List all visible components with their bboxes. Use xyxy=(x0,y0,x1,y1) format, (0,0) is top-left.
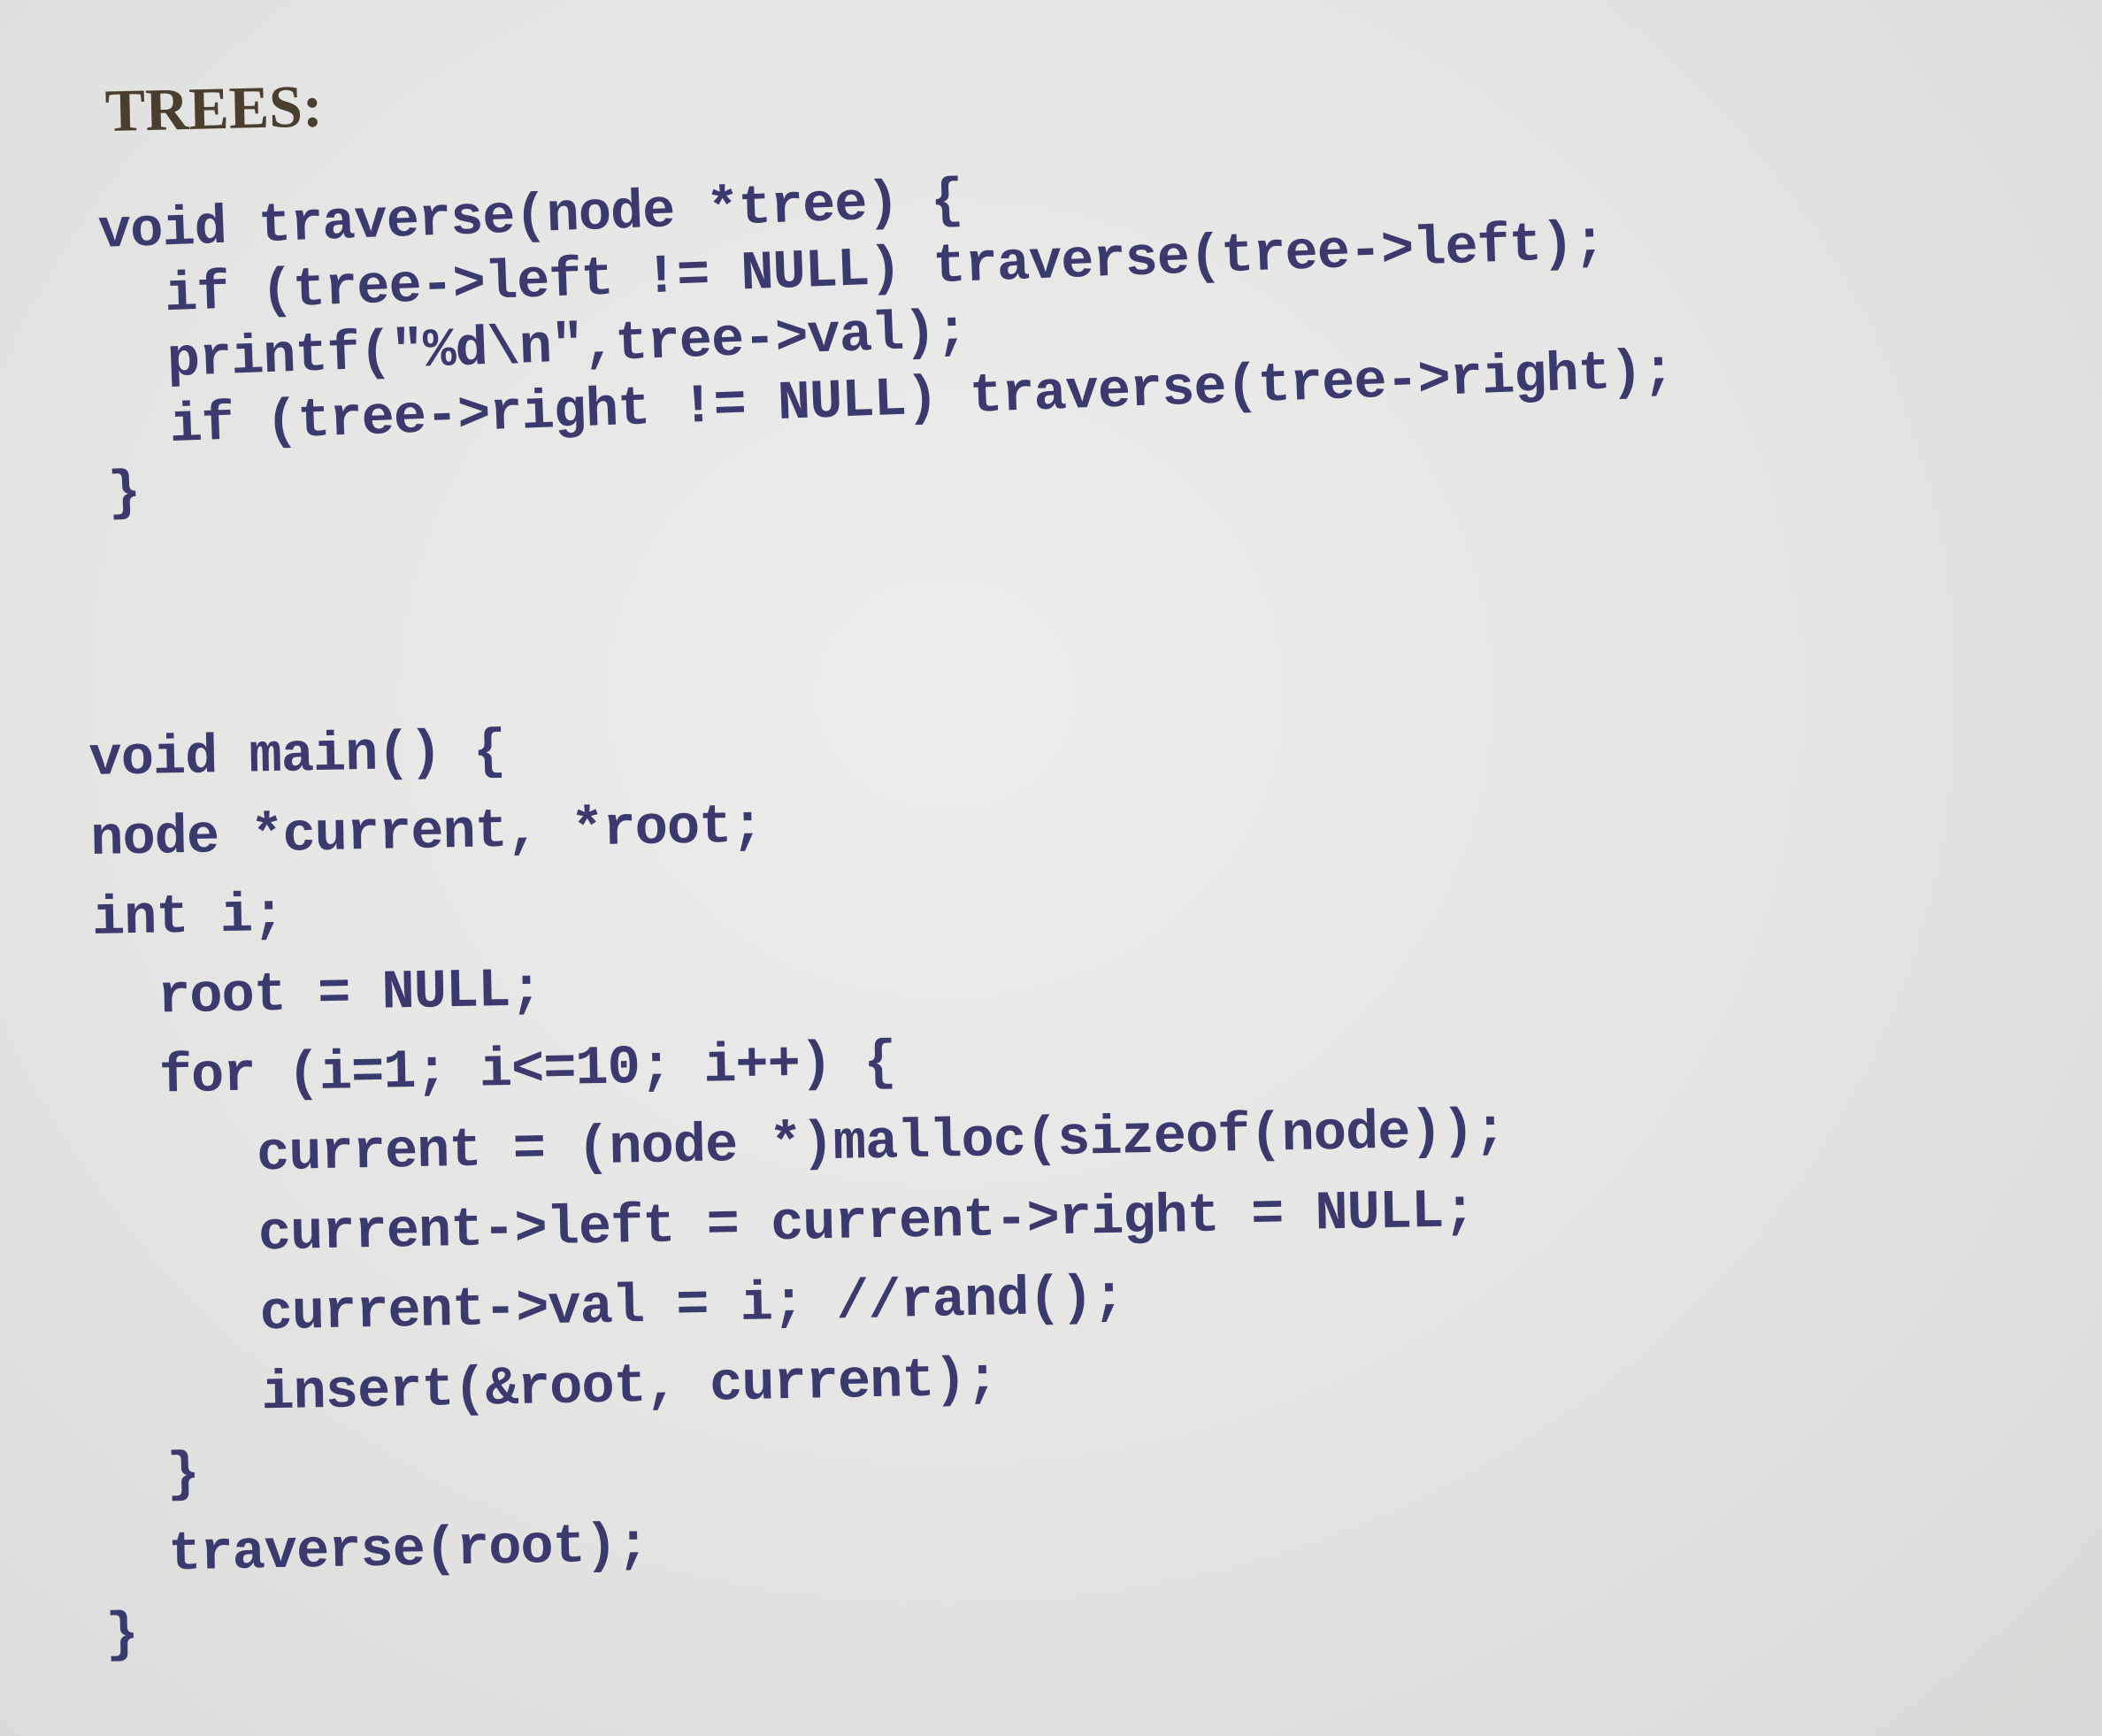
code-line: node *current, *root; xyxy=(89,795,764,871)
code-line: } xyxy=(106,461,142,526)
code-line: } xyxy=(104,1603,139,1667)
code-line: } xyxy=(102,1442,200,1508)
slide-title: TREES: xyxy=(104,72,324,144)
code-line: void main() { xyxy=(88,719,506,791)
code-line: int i; xyxy=(91,883,285,950)
code-line: current = (node *)malloc(sizeof(node)); xyxy=(96,1099,1507,1189)
code-line: current->left = current->right = NULL; xyxy=(97,1179,1477,1269)
code-line: for (i=1; i<=10; i++) { xyxy=(94,1031,897,1110)
code-line: current->val = i; //rand(); xyxy=(98,1265,1125,1348)
code-line: root = NULL; xyxy=(93,958,543,1030)
code-line: traverse(root); xyxy=(104,1514,649,1587)
code-line: insert(&root, current); xyxy=(100,1348,999,1428)
projected-slide: TREES: void traverse(node *tree) { if (t… xyxy=(0,0,2102,1736)
